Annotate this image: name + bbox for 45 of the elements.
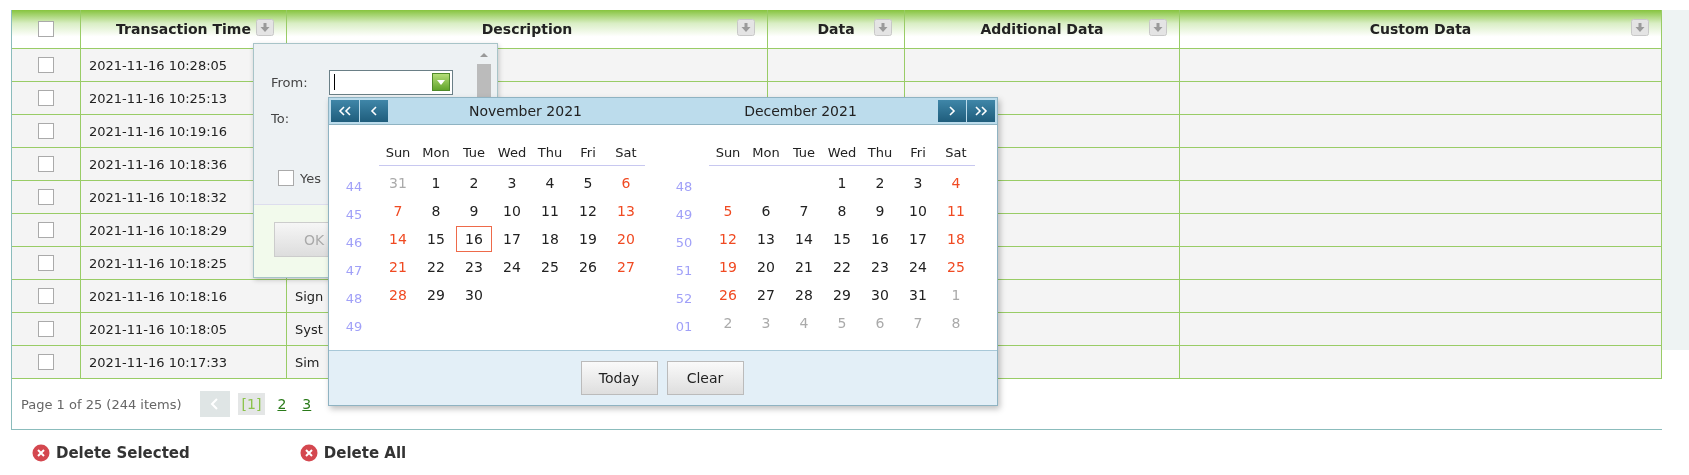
weekday-label: Thu — [867, 144, 893, 160]
table-cell: 2021-11-16 10:25:13 — [89, 90, 228, 106]
weekday-label: Sun — [715, 144, 741, 160]
table-cell: 2021-11-16 10:28:05 — [89, 57, 228, 73]
field-label: To: — [271, 110, 291, 126]
field-label: From: — [271, 74, 309, 90]
week-number: 48 — [345, 290, 363, 306]
page-summary: Page 1 of 25 (244 items) — [21, 396, 182, 412]
month-title: December 2021 — [743, 103, 858, 119]
weekday-label: Wed — [497, 144, 527, 160]
weekday-label: Tue — [792, 144, 816, 160]
week-number: 45 — [345, 206, 363, 222]
week-number: 52 — [675, 290, 693, 306]
week-number: 50 — [675, 234, 693, 250]
table-cell: 2021-11-16 10:19:16 — [89, 123, 228, 139]
table-cell: Syst — [295, 321, 323, 337]
table-cell: Sign — [295, 288, 324, 304]
week-number: 47 — [345, 262, 363, 278]
weekday-label: Wed — [827, 144, 857, 160]
week-number: 51 — [675, 262, 693, 278]
weekday-label: Thu — [537, 144, 563, 160]
weekday-label: Mon — [422, 144, 450, 160]
weekday-label: Sat — [945, 144, 967, 160]
weekday-label: Fri — [910, 144, 926, 160]
week-number: 49 — [675, 206, 693, 222]
table-cell: 2021-11-16 10:17:33 — [89, 354, 228, 370]
week-number: 48 — [675, 178, 693, 194]
checkbox-label: Yes — [300, 170, 321, 186]
weekday-label: Sun — [385, 144, 411, 160]
week-number: 49 — [345, 318, 363, 334]
table-cell: 2021-11-16 10:18:25 — [89, 255, 228, 271]
table-cell: 2021-11-16 10:18:16 — [89, 288, 228, 304]
table-cell: 2021-11-16 10:18:32 — [89, 189, 228, 205]
table-cell: 2021-11-16 10:18:36 — [89, 156, 228, 172]
weekday-label: Sat — [615, 144, 637, 160]
weekday-label: Mon — [752, 144, 780, 160]
table-cell: 2021-11-16 10:18:29 — [89, 222, 228, 238]
weekday-label: Tue — [462, 144, 486, 160]
week-number: 44 — [345, 178, 363, 194]
table-cell: Sim — [295, 354, 320, 370]
table-cell: 2021-11-16 10:18:05 — [89, 321, 228, 337]
week-number: 01 — [675, 318, 693, 334]
week-number: 46 — [345, 234, 363, 250]
weekday-label: Fri — [580, 144, 596, 160]
month-title: November 2021 — [468, 103, 583, 119]
